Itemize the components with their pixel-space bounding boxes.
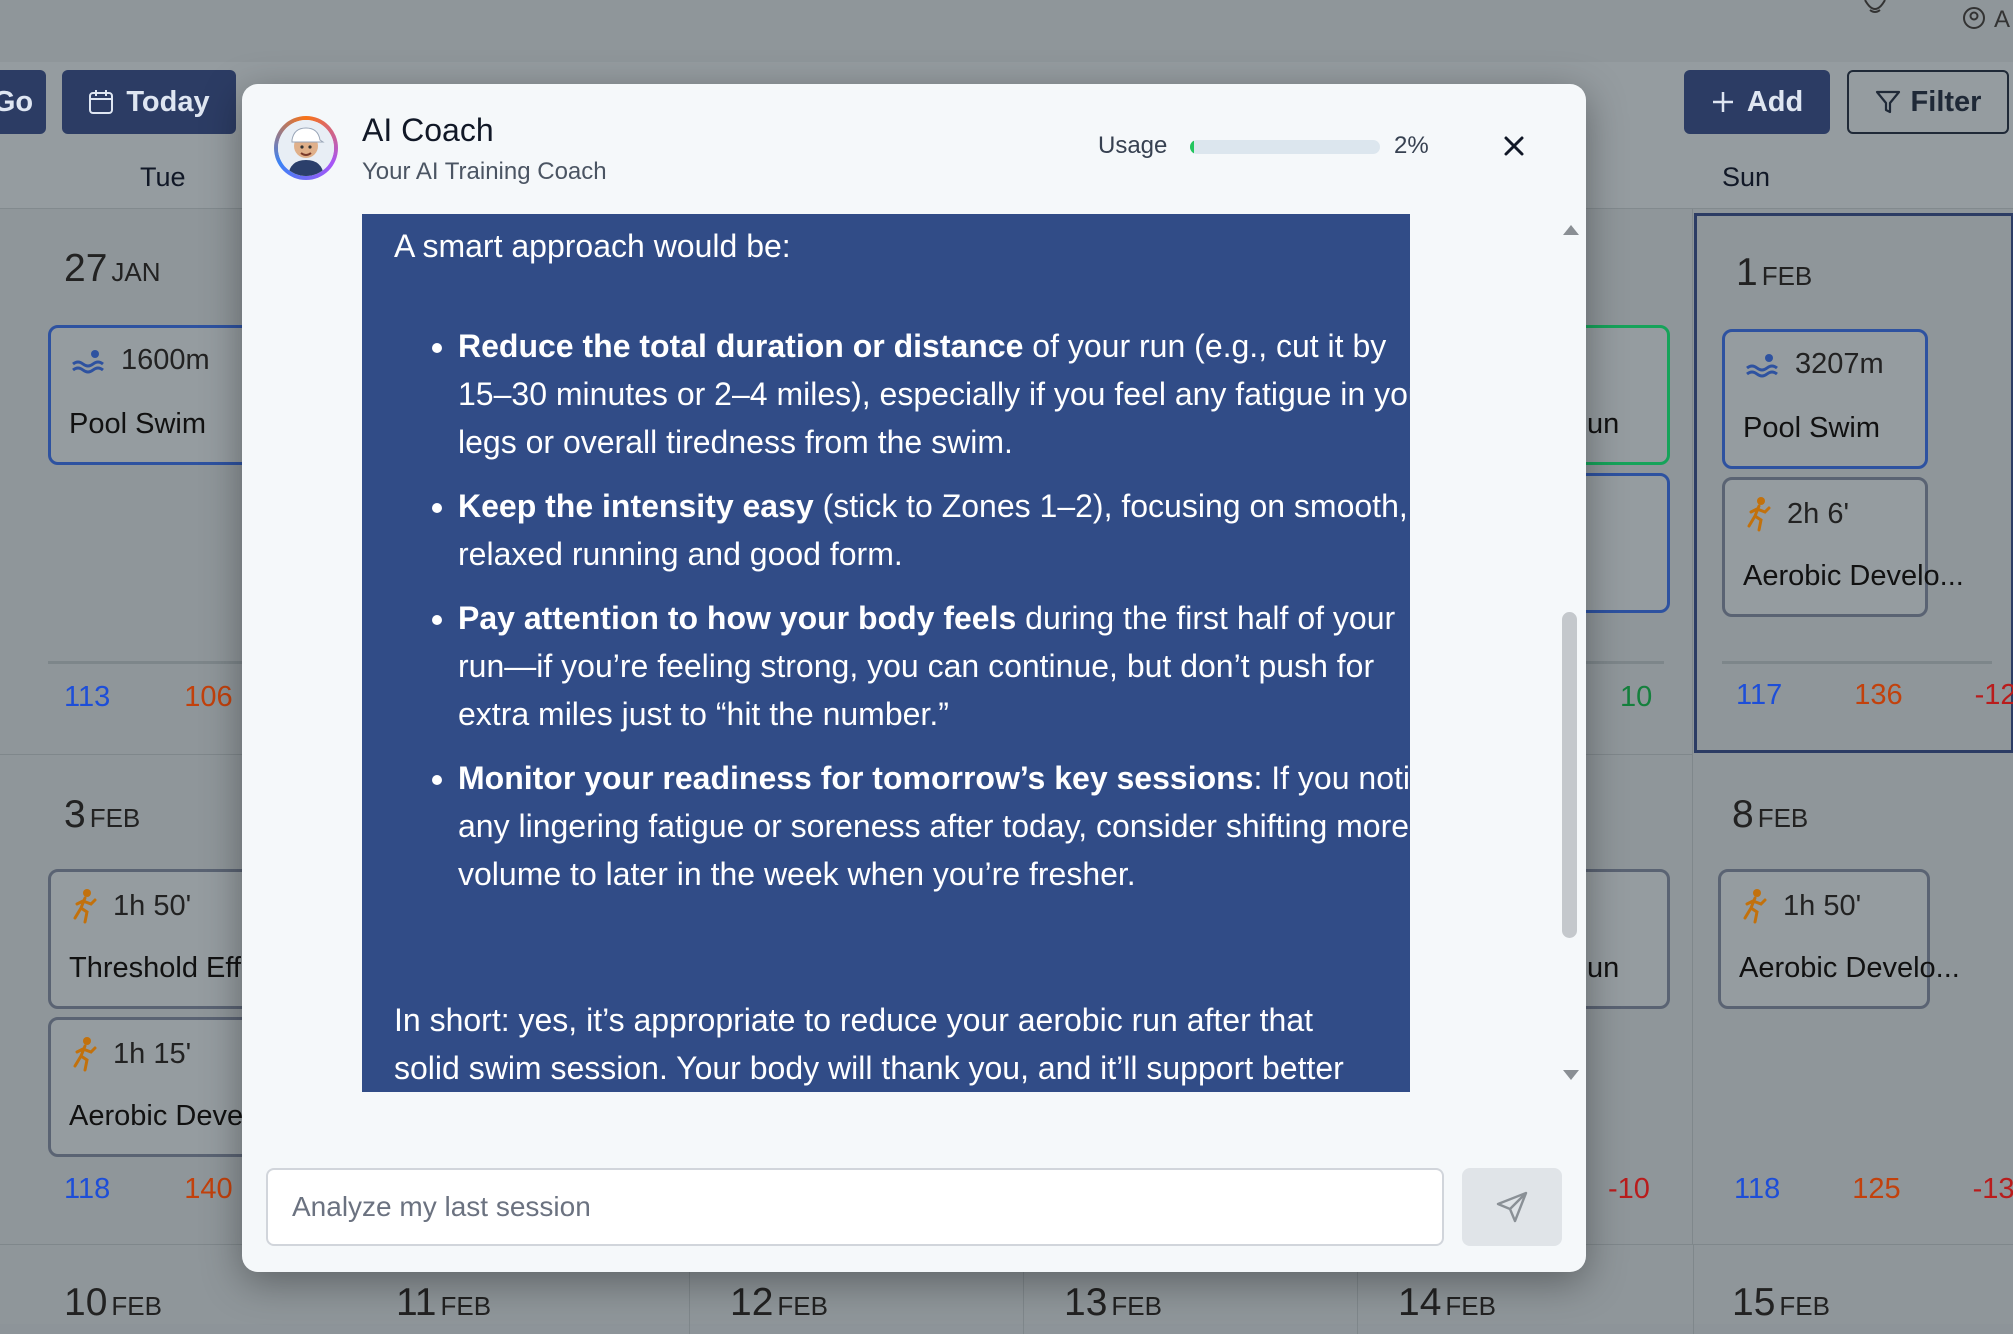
date-label: 11 FEB	[396, 1281, 492, 1324]
calendar-icon	[89, 90, 114, 114]
account-initial[interactable]: A	[1994, 6, 2010, 34]
assistant-message: A smart approach would be: Reduce the to…	[362, 214, 1410, 1092]
plus-icon	[1712, 92, 1733, 112]
go-label: Go	[0, 85, 34, 118]
workout-name: Threshold Eff	[69, 952, 241, 984]
today-button[interactable]: Today	[62, 70, 236, 134]
scrollbar-thumb[interactable]	[1562, 612, 1577, 938]
bell-icon[interactable]	[1860, 0, 1890, 16]
list-item: Pay attention to how your body feels dur…	[458, 594, 1410, 738]
week-stats: 118 140	[64, 1173, 233, 1205]
workout-card-run[interactable]: 2h 6' Aerobic Develo...	[1722, 477, 1964, 617]
date-label: 14 FEB	[1398, 1281, 1496, 1324]
run-icon	[73, 1037, 97, 1072]
add-label: Add	[1746, 85, 1804, 118]
workout-meta: 3207m	[1743, 348, 1884, 381]
workout-meta: 1h 50'	[69, 888, 191, 924]
send-icon	[1496, 1191, 1528, 1223]
run-icon	[1747, 497, 1771, 532]
workout-meta: 1600m	[69, 344, 210, 377]
date-label: 13 FEB	[1064, 1281, 1162, 1324]
avatar	[274, 116, 338, 180]
week-stats: -10	[1608, 1173, 1650, 1205]
list-item: Monitor your readiness for tomorrow’s ke…	[458, 754, 1410, 898]
scroll-up-arrow-icon[interactable]	[1562, 223, 1580, 237]
user-circle-icon[interactable]	[1962, 6, 1986, 30]
workout-meta: 1h 50'	[1739, 888, 1861, 924]
workout-name: Pool Swim	[1743, 412, 1880, 444]
workout-name: Aerobic Develo...	[1743, 560, 1964, 592]
workout-name: un	[1587, 408, 1620, 440]
date-label: 1 FEB	[1736, 251, 1813, 294]
swim-icon	[72, 349, 104, 373]
workout-card-run[interactable]: 1h 50' Aerobic Develo...	[1718, 869, 1960, 1009]
add-button[interactable]: Add	[1684, 70, 1830, 134]
date-label: 12 FEB	[730, 1281, 828, 1324]
workout-name: un	[1587, 952, 1620, 984]
scroll-down-arrow-icon[interactable]	[1562, 1068, 1580, 1082]
close-icon[interactable]	[1496, 128, 1532, 164]
swim-icon	[1746, 353, 1778, 377]
weekday-tue: Tue	[140, 162, 186, 192]
ai-coach-dialog: AI Coach Your AI Training Coach Usage 2%…	[242, 84, 1586, 1272]
send-button[interactable]	[1462, 1168, 1562, 1246]
workout-card-swim[interactable]: 3207m Pool Swim	[1722, 329, 1928, 469]
today-label: Today	[126, 85, 210, 118]
workout-name: Aerobic Develo...	[1739, 952, 1960, 984]
message-intro: A smart approach would be:	[394, 228, 791, 264]
filter-label: Filter	[1910, 85, 1982, 118]
weekday-sun: Sun	[1722, 162, 1771, 192]
workout-meta: 2h 6'	[1743, 496, 1849, 532]
workout-name: Pool Swim	[69, 408, 206, 440]
week-stats: 118 125 -13	[1734, 1173, 2013, 1205]
filter-button[interactable]: Filter	[1847, 70, 2009, 134]
top-bar: A	[0, 0, 2013, 63]
date-label: 27 JAN	[64, 247, 161, 290]
workout-meta: 1h 15'	[69, 1036, 191, 1072]
go-button[interactable]: Go	[0, 70, 46, 134]
usage-label: Usage	[1098, 132, 1168, 159]
message-summary: In short: yes, it’s appropriate to reduc…	[394, 1002, 1344, 1086]
date-label: 10 FEB	[64, 1281, 162, 1324]
usage-progress-bar	[1190, 140, 1380, 154]
workout-name: Aerobic Deve	[69, 1100, 244, 1132]
filter-icon	[1875, 90, 1900, 114]
coach-avatar-icon	[278, 120, 334, 176]
list-item: Keep the intensity easy (stick to Zones …	[458, 482, 1410, 578]
message-bullet-list: Reduce the total duration or distance of…	[394, 322, 1410, 914]
stats-divider	[1722, 661, 1992, 664]
date-label: 3 FEB	[64, 793, 141, 836]
date-label: 8 FEB	[1732, 793, 1809, 836]
usage-progress-fill	[1190, 140, 1194, 154]
week-stats: 113 106	[64, 681, 233, 713]
chat-input[interactable]	[266, 1168, 1444, 1246]
usage-percent: 2%	[1394, 132, 1429, 159]
date-label: 15 FEB	[1732, 1281, 1830, 1324]
week-stats: 117 136 -12	[1736, 679, 2013, 711]
list-item: Reduce the total duration or distance of…	[458, 322, 1410, 466]
dialog-subtitle: Your AI Training Coach	[362, 158, 607, 185]
run-icon	[73, 889, 97, 924]
week-stats: 10	[1620, 681, 1653, 713]
dialog-title: AI Coach	[362, 112, 494, 148]
run-icon	[1743, 889, 1767, 924]
